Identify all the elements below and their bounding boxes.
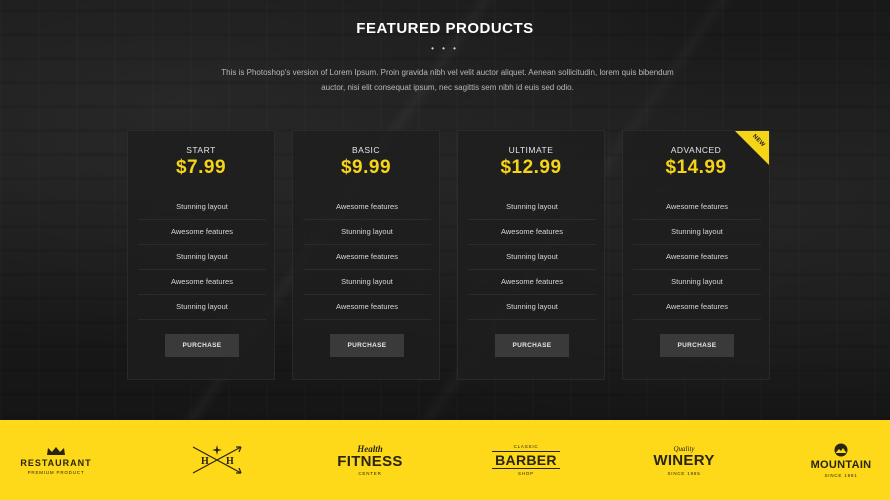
feature-item: Stunning layout bbox=[468, 195, 596, 220]
plan-name: BASIC bbox=[351, 145, 380, 155]
feature-item: Awesome features bbox=[468, 270, 596, 295]
title-divider-dots: • • • bbox=[431, 44, 459, 53]
mountain-icon bbox=[834, 443, 848, 456]
hh-arrows-logo[interactable]: H H bbox=[186, 420, 248, 500]
client-logos-band: RESTAURANT PREMIUM PRODUCT H H Health FI… bbox=[0, 420, 890, 500]
winery-logo[interactable]: Quality WINERY SINCE 1985 bbox=[648, 420, 720, 500]
feature-item: Awesome features bbox=[138, 220, 266, 245]
plan-price: $14.99 bbox=[665, 157, 727, 178]
logo-title: FITNESS bbox=[337, 453, 403, 470]
feature-list: Stunning layout Awesome features Stunnin… bbox=[468, 195, 596, 320]
barber-logo[interactable]: CLASSIC BARBER SHOP bbox=[488, 420, 564, 500]
feature-item: Awesome features bbox=[633, 245, 761, 270]
purchase-button[interactable]: PURCHASE bbox=[165, 334, 239, 357]
plan-price: $9.99 bbox=[340, 157, 392, 178]
pricing-card-basic: BASIC $9.99 Awesome features Stunning la… bbox=[292, 130, 440, 380]
feature-item: Awesome features bbox=[303, 195, 431, 220]
plan-name: START bbox=[186, 145, 216, 155]
logo-letter-h-left: H bbox=[201, 456, 209, 467]
feature-list: Awesome features Stunning layout Awesome… bbox=[303, 195, 431, 320]
logo-subtitle: PREMIUM PRODUCT bbox=[27, 469, 85, 475]
logo-subtitle: SHOP bbox=[518, 471, 534, 476]
feature-list: Stunning layout Awesome features Stunnin… bbox=[138, 195, 266, 320]
description-line: This is Photoshop's version of Lorem Ips… bbox=[221, 68, 674, 77]
feature-item: Stunning layout bbox=[633, 220, 761, 245]
feature-item: Stunning layout bbox=[468, 295, 596, 320]
fitness-logo[interactable]: Health FITNESS CENTER bbox=[330, 420, 410, 500]
logo-subtitle: SINCE 1985 bbox=[667, 470, 701, 476]
crown-icon bbox=[47, 446, 65, 455]
plan-price: $7.99 bbox=[175, 157, 227, 178]
purchase-button[interactable]: PURCHASE bbox=[495, 334, 569, 357]
feature-item: Stunning layout bbox=[138, 195, 266, 220]
logo-top-text: CLASSIC bbox=[513, 444, 539, 449]
feature-item: Awesome features bbox=[633, 195, 761, 220]
feature-item: Awesome features bbox=[303, 295, 431, 320]
description-line: auctor, nisi elit consequat ipsum, nec s… bbox=[321, 82, 574, 92]
logo-subtitle: CENTER bbox=[358, 471, 382, 476]
plan-name: ADVANCED bbox=[670, 145, 722, 155]
restaurant-logo[interactable]: RESTAURANT PREMIUM PRODUCT bbox=[14, 420, 98, 500]
feature-item: Stunning layout bbox=[633, 270, 761, 295]
pricing-card-ultimate: ULTIMATE $12.99 Stunning layout Awesome … bbox=[457, 130, 605, 380]
feature-item: Awesome features bbox=[138, 270, 266, 295]
logo-title: MOUNTAIN bbox=[810, 458, 872, 471]
feature-item: Stunning layout bbox=[138, 245, 266, 270]
logo-subtitle: SINCE 1991 bbox=[824, 472, 858, 478]
plan-price: $12.99 bbox=[500, 157, 562, 178]
feature-item: Stunning layout bbox=[468, 245, 596, 270]
section-title: FEATURED PRODUCTS bbox=[356, 20, 534, 37]
purchase-button[interactable]: PURCHASE bbox=[330, 334, 404, 357]
pricing-card-start: START $7.99 Stunning layout Awesome feat… bbox=[127, 130, 275, 380]
logo-title: RESTAURANT bbox=[20, 457, 92, 468]
logo-letter-h-right: H bbox=[226, 456, 234, 467]
feature-item: Stunning layout bbox=[303, 220, 431, 245]
plan-name: ULTIMATE bbox=[508, 145, 554, 155]
feature-item: Stunning layout bbox=[303, 270, 431, 295]
feature-item: Awesome features bbox=[468, 220, 596, 245]
feature-item: Awesome features bbox=[303, 245, 431, 270]
feature-item: Stunning layout bbox=[138, 295, 266, 320]
crossed-arrows-icon: H H bbox=[192, 445, 242, 474]
logo-title: BARBER bbox=[492, 451, 560, 469]
logo-title: WINERY bbox=[653, 451, 715, 469]
section-description: This is Photoshop's version of Lorem Ips… bbox=[195, 66, 700, 95]
mountain-logo[interactable]: MOUNTAIN SINCE 1991 bbox=[805, 420, 877, 500]
pricing-card-advanced: NEW ADVANCED $14.99 Awesome features Stu… bbox=[622, 130, 770, 380]
feature-list: Awesome features Stunning layout Awesome… bbox=[633, 195, 761, 320]
feature-item: Awesome features bbox=[633, 295, 761, 320]
purchase-button[interactable]: PURCHASE bbox=[660, 334, 734, 357]
